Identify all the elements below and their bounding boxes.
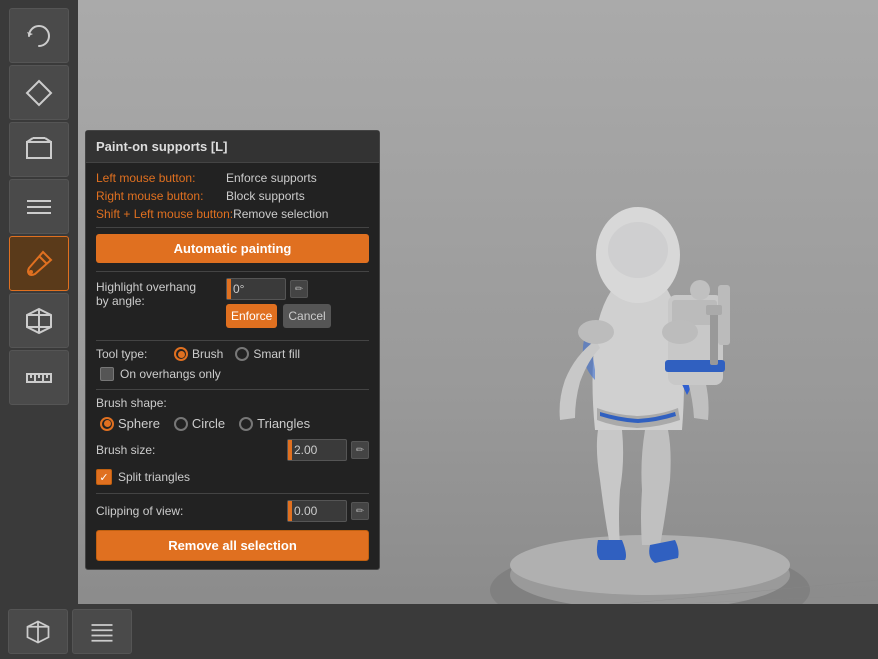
smart-fill-radio-circle: [235, 347, 249, 361]
smart-fill-radio[interactable]: Smart fill: [235, 347, 300, 361]
left-mouse-label: Left mouse button:: [96, 171, 226, 185]
enforce-button[interactable]: Enforce: [226, 304, 277, 328]
split-triangles-label: Split triangles: [118, 470, 190, 484]
toolbar-btn-rotate[interactable]: [9, 8, 69, 63]
brush-radio[interactable]: Brush: [174, 347, 223, 361]
tool-type-radio-group: Brush Smart fill: [174, 347, 300, 361]
triangles-radio-circle: [239, 417, 253, 431]
angle-edit-icon[interactable]: ✏: [290, 280, 308, 298]
triangles-radio[interactable]: Triangles: [239, 416, 310, 431]
toolbar-btn-layers[interactable]: [9, 179, 69, 234]
toolbar-btn-paintbrush[interactable]: [9, 236, 69, 291]
angle-value-bar[interactable]: 0°: [226, 278, 286, 300]
toolbar-btn-ruler[interactable]: [9, 350, 69, 405]
right-mouse-value: Block supports: [226, 189, 305, 203]
divider-1: [96, 227, 369, 228]
smart-fill-label: Smart fill: [253, 347, 300, 361]
split-triangles-row[interactable]: ✓ Split triangles: [96, 469, 369, 485]
highlight-label: Highlight overhang by angle:: [96, 278, 226, 308]
highlight-text1: Highlight overhang: [96, 280, 196, 294]
angle-input-row: 0° ✏: [226, 278, 331, 300]
divider-3: [96, 340, 369, 341]
overhang-controls: 0° ✏ Enforce Cancel: [226, 278, 331, 334]
sphere-label: Sphere: [118, 416, 160, 431]
clipping-value-bar[interactable]: 0.00: [287, 500, 347, 522]
brush-size-label: Brush size:: [96, 443, 287, 457]
tool-type-row: Tool type: Brush Smart fill: [96, 347, 369, 361]
toolbar-btn-diamond[interactable]: [9, 65, 69, 120]
toolbar-btn-cube[interactable]: [9, 293, 69, 348]
clipping-value: 0.00: [294, 504, 317, 518]
auto-paint-button[interactable]: Automatic painting: [96, 234, 369, 263]
tool-type-label: Tool type:: [96, 347, 166, 361]
circle-label: Circle: [192, 416, 225, 431]
toolbar-btn-square[interactable]: [9, 122, 69, 177]
cancel-button[interactable]: Cancel: [283, 304, 330, 328]
clipping-label: Clipping of view:: [96, 504, 287, 518]
brush-size-input-row: 2.00 ✏: [287, 439, 369, 461]
left-mouse-value: Enforce supports: [226, 171, 317, 185]
brush-size-edit-icon[interactable]: ✏: [351, 441, 369, 459]
enforce-cancel-row: Enforce Cancel: [226, 304, 331, 328]
clipping-row: Clipping of view: 0.00 ✏: [96, 500, 369, 522]
brush-radio-circle: [174, 347, 188, 361]
circle-radio-circle: [174, 417, 188, 431]
right-mouse-label: Right mouse button:: [96, 189, 226, 203]
angle-value: 0°: [233, 282, 244, 296]
shift-value: Remove selection: [233, 207, 328, 221]
divider-5: [96, 493, 369, 494]
divider-4: [96, 389, 369, 390]
circle-radio[interactable]: Circle: [174, 416, 225, 431]
highlight-overhang-section: Highlight overhang by angle: 0° ✏ Enforc…: [96, 278, 369, 334]
sphere-radio-circle: [100, 417, 114, 431]
on-overhangs-checkbox[interactable]: [100, 367, 114, 381]
brush-label: Brush: [192, 347, 223, 361]
by-angle-label: by angle:: [96, 294, 145, 308]
bottom-btn-layers[interactable]: [72, 609, 132, 654]
on-overhangs-row[interactable]: On overhangs only: [96, 367, 369, 381]
brush-size-bar[interactable]: 2.00: [287, 439, 347, 461]
brush-size-value: 2.00: [294, 443, 317, 457]
remove-all-selection-button[interactable]: Remove all selection: [96, 530, 369, 561]
left-mouse-row: Left mouse button: Enforce supports: [96, 171, 369, 185]
shift-mouse-row: Shift + Left mouse button: Remove select…: [96, 207, 369, 221]
brush-shape-label: Brush shape:: [96, 396, 369, 410]
clipping-edit-icon[interactable]: ✏: [351, 502, 369, 520]
left-toolbar: [0, 0, 78, 659]
on-overhangs-label: On overhangs only: [120, 367, 221, 381]
brush-shape-row: Sphere Circle Triangles: [96, 416, 369, 431]
bottom-btn-cube[interactable]: [8, 609, 68, 654]
triangles-label: Triangles: [257, 416, 310, 431]
panel-title: Paint-on supports [L]: [86, 131, 379, 163]
shift-label: Shift + Left mouse button:: [96, 207, 233, 221]
sphere-radio[interactable]: Sphere: [100, 416, 160, 431]
split-triangles-checkbox[interactable]: ✓: [96, 469, 112, 485]
right-mouse-row: Right mouse button: Block supports: [96, 189, 369, 203]
paint-on-supports-panel: Paint-on supports [L] Left mouse button:…: [85, 130, 380, 570]
bottom-toolbar: [0, 604, 878, 659]
divider-2: [96, 271, 369, 272]
brush-size-row: Brush size: 2.00 ✏: [96, 439, 369, 461]
clipping-input-row: 0.00 ✏: [287, 500, 369, 522]
